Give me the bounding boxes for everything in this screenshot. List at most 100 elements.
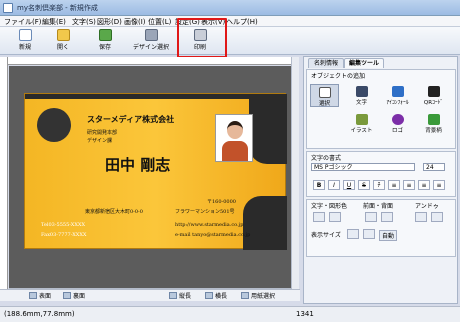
vertical-ruler <box>0 57 8 289</box>
menu-help[interactable]: ヘルプ(H) <box>226 17 258 27</box>
text-tool[interactable]: 文字 <box>347 84 376 107</box>
color-order-group: 文字・図形色 前面・背面 アンドゥ 表示サイズ 自動 <box>306 199 456 257</box>
phone: Tel03-5555-XXXX <box>41 222 86 228</box>
align-justify-button[interactable]: ≡ <box>433 180 445 190</box>
send-back-button[interactable] <box>381 212 393 222</box>
back-button[interactable]: 裏面 <box>62 291 85 301</box>
fax: Fax03-7777-XXXX <box>41 232 87 238</box>
website: http://www.starmedia.co.jp <box>175 222 244 228</box>
portrait-icon <box>169 292 177 299</box>
zoom-out-button[interactable] <box>363 229 375 239</box>
menu-text[interactable]: 文字(S) <box>72 17 96 27</box>
photo-body <box>222 141 248 161</box>
undo-button[interactable] <box>415 212 427 222</box>
font-select[interactable]: MS Pゴシック <box>311 163 415 171</box>
front-button[interactable]: 表面 <box>28 291 51 301</box>
cursor-coords: (188.6mm,77.8mm) <box>4 310 75 318</box>
zip-code: 〒160-0000 <box>207 199 236 205</box>
fill-color-button[interactable] <box>313 212 325 222</box>
photo-face <box>227 121 243 139</box>
paper-select-button[interactable]: 用紙選択 <box>240 291 275 301</box>
card-right-shape <box>249 94 287 164</box>
save-icon <box>98 29 112 41</box>
menu-image[interactable]: 画像(I) <box>124 17 146 27</box>
italic-button[interactable]: I <box>328 180 340 190</box>
card-top-band <box>25 94 287 99</box>
redo-button[interactable] <box>431 212 443 222</box>
company-name: スターメディア株式会社 <box>87 114 175 124</box>
cursor-icon <box>318 87 331 98</box>
zoom-in-button[interactable] <box>347 229 359 239</box>
menu-file[interactable]: ファイル(F) <box>4 17 42 27</box>
zoom-title: 表示サイズ <box>311 232 341 239</box>
landscape-icon <box>205 292 213 299</box>
folder-icon <box>56 29 70 41</box>
portrait-button[interactable]: 縦長 <box>168 291 191 301</box>
paper-icon <box>241 292 249 299</box>
align-center-button[interactable]: ≡ <box>403 180 415 190</box>
save-button[interactable]: 保存 <box>92 28 118 54</box>
undo-title: アンドゥ <box>415 203 439 210</box>
status-bar: (188.6mm,77.8mm) 1341 <box>0 306 460 322</box>
open-button[interactable]: 開く <box>50 28 76 54</box>
menu-edit[interactable]: 編集(E) <box>42 17 66 27</box>
font-size-select[interactable]: 24 <box>423 163 445 171</box>
address-2: フラワーマンション501号 <box>175 209 235 215</box>
bold-button[interactable]: B <box>313 180 325 190</box>
menu-position[interactable]: 位置(L) <box>148 17 171 27</box>
front-icon <box>29 292 37 299</box>
address-1: 東京都新宿区大木町0-0-0 <box>85 209 143 215</box>
toolbar: 新規 開く 保存 デザイン選択 印刷 <box>0 27 460 55</box>
window-title: my名刺倶楽部 - 新規作成 <box>17 4 98 12</box>
vertical-text-button[interactable]: ﾁ <box>373 180 385 190</box>
vertical-scrollbar[interactable] <box>291 57 299 289</box>
logo-circle <box>37 108 71 142</box>
new-button[interactable]: 新規 <box>12 28 38 54</box>
pattern-icon <box>427 114 440 125</box>
icon-font-icon <box>391 86 404 97</box>
design-icon <box>144 29 158 41</box>
title-bar: my名刺倶楽部 - 新規作成 <box>0 0 460 16</box>
tool-panel: 名刺情報 編集ツール オブジェクトの追加 選択 文字 ｱｲｺﾝﾌｫｰﾙ QRｺｰ… <box>303 56 458 304</box>
select-tool[interactable]: 選択 <box>310 84 339 107</box>
text-format-group: 文字の書式 MS Pゴシック 24 B I U S ﾁ ≡ ≡ ≡ ≡ <box>306 151 456 197</box>
add-object-group: オブジェクトの追加 選択 文字 ｱｲｺﾝﾌｫｰﾙ QRｺｰﾄﾞ イラスト ロゴ … <box>306 69 456 149</box>
text-icon <box>355 86 368 97</box>
role: デザイン課 <box>87 138 113 144</box>
illustration-icon <box>355 114 368 125</box>
tab-card-info[interactable]: 名刺情報 <box>308 58 344 68</box>
text-format-title: 文字の書式 <box>311 155 342 162</box>
menu-shape[interactable]: 図形(D) <box>97 17 122 27</box>
underline-button[interactable]: U <box>343 180 355 190</box>
strike-button[interactable]: S <box>358 180 370 190</box>
align-right-button[interactable]: ≡ <box>418 180 430 190</box>
canvas-bottom-bar: 表面 裏面 縦長 横長 用紙選択 <box>0 289 300 301</box>
print-highlight-box <box>177 18 227 58</box>
business-card[interactable]: スターメディア株式会社 研究開発本部 デザイン課 田中 剛志 〒160-0000… <box>24 93 287 250</box>
background-pattern-tool[interactable]: 背景柄 <box>419 112 448 135</box>
align-left-button[interactable]: ≡ <box>388 180 400 190</box>
logo-tool[interactable]: ロゴ <box>383 112 412 135</box>
line-color-button[interactable] <box>329 212 341 222</box>
illustration-tool[interactable]: イラスト <box>347 112 376 135</box>
design-select-button[interactable]: デザイン選択 <box>128 28 174 54</box>
photo <box>215 114 253 162</box>
back-icon <box>63 292 71 299</box>
landscape-button[interactable]: 横長 <box>204 291 227 301</box>
qr-code-tool[interactable]: QRｺｰﾄﾞ <box>419 84 448 107</box>
status-count: 1341 <box>296 310 314 318</box>
menu-bar: ファイル(F) 編集(E) 文字(S) 図形(D) 画像(I) 位置(L) 設定… <box>0 16 460 27</box>
zoom-auto-button[interactable]: 自動 <box>379 230 398 241</box>
person-name: 田中 剛志 <box>105 156 171 174</box>
qr-icon <box>427 86 440 97</box>
card-bottom-shape <box>243 196 287 250</box>
icon-font-tool[interactable]: ｱｲｺﾝﾌｫｰﾙ <box>383 84 412 107</box>
horizontal-ruler <box>8 57 291 65</box>
bring-front-button[interactable] <box>365 212 377 222</box>
design-canvas[interactable]: スターメディア株式会社 研究開発本部 デザイン課 田中 剛志 〒160-0000… <box>9 66 291 288</box>
app-icon <box>3 3 13 13</box>
app-window: my名刺倶楽部 - 新規作成 ファイル(F) 編集(E) 文字(S) 図形(D)… <box>0 0 460 322</box>
new-document-icon <box>18 29 32 41</box>
tab-edit-tools[interactable]: 編集ツール <box>344 58 384 68</box>
color-title: 文字・図形色 <box>311 203 348 210</box>
